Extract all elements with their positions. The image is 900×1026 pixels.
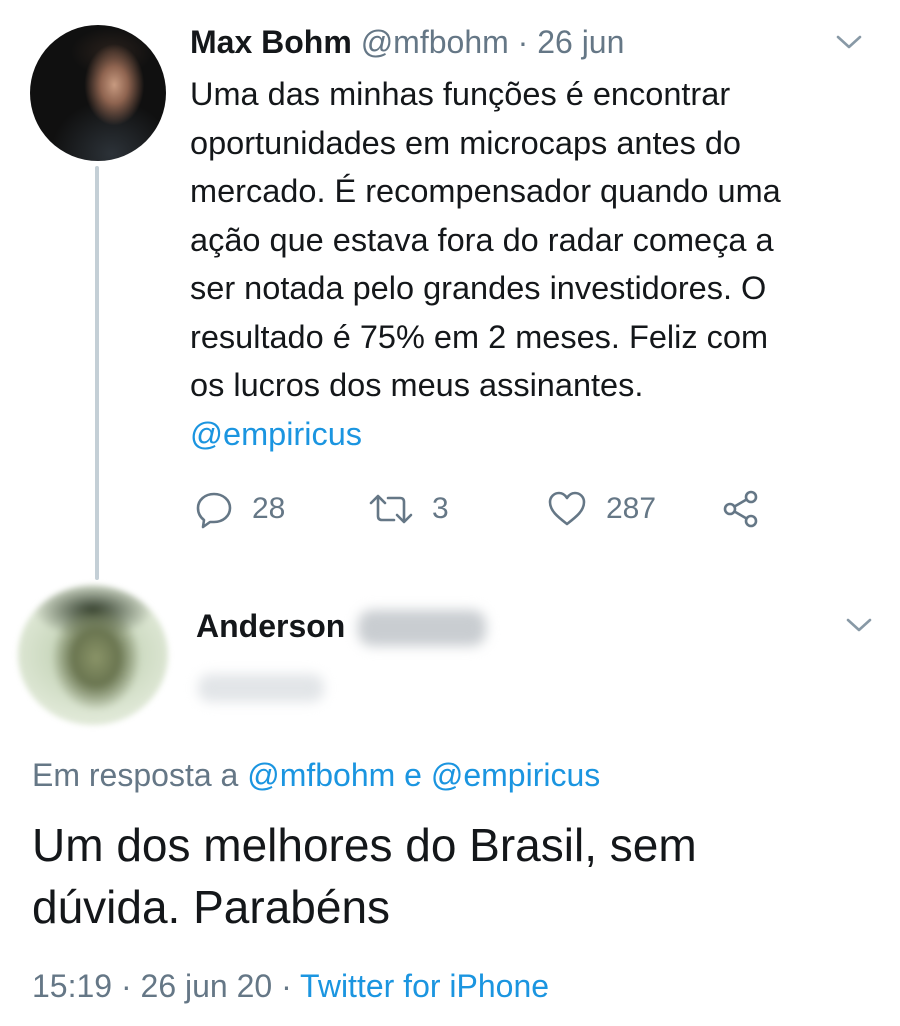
- thread-connector-line: [95, 166, 99, 580]
- tweet-text-line: ação que estava fora do radar começa a: [190, 221, 774, 258]
- tweet-text: Uma das minhas funções é encontrar oport…: [190, 70, 870, 458]
- tweet-text-line: Uma das minhas funções é encontrar: [190, 76, 731, 112]
- redacted-handle: [198, 674, 324, 702]
- meta-separator: ·: [517, 24, 529, 60]
- chevron-down-icon[interactable]: [846, 617, 872, 633]
- tweet-text: Um dos melhores do Brasil, sem dúvida. P…: [32, 814, 882, 938]
- tweet-timestamp-source: 15:19 · 26 jun 20 · Twitter for iPhone: [32, 964, 549, 1008]
- tweet-source-link[interactable]: Twitter for iPhone: [300, 968, 549, 1004]
- share-icon: [720, 488, 762, 530]
- share-button[interactable]: [720, 486, 762, 532]
- reply-button[interactable]: 28: [194, 486, 285, 532]
- tweet-date[interactable]: 26 jun 20: [141, 968, 273, 1004]
- chevron-down-icon[interactable]: [836, 34, 862, 50]
- tweet-text-line: Um dos melhores do Brasil, sem: [32, 819, 697, 871]
- avatar[interactable]: [30, 25, 166, 161]
- tweet-text-line: os lucros dos meus assinantes.: [190, 367, 644, 403]
- retweet-icon: [368, 489, 414, 529]
- author-name[interactable]: Max Bohm: [190, 24, 352, 60]
- tweet-date[interactable]: 26 jun: [537, 24, 624, 60]
- tweet-time[interactable]: 15:19: [32, 968, 112, 1004]
- tweet-text-line: ser notada pelo grandes investidores. O: [190, 270, 767, 306]
- meta-separator: ·: [281, 968, 292, 1004]
- tweet-text-line: dúvida. Parabéns: [32, 881, 391, 933]
- like-button[interactable]: 287: [546, 486, 656, 532]
- retweet-button[interactable]: 3: [368, 486, 449, 532]
- tweet-header: Max Bohm @mfbohm · 26 jun: [190, 22, 624, 62]
- reply-mention-link[interactable]: @mfbohm: [247, 757, 395, 793]
- reply-context: Em resposta a @mfbohm e @empiricus: [32, 754, 600, 796]
- author-handle[interactable]: @mfbohm: [361, 24, 509, 60]
- reply-conjunction: e: [404, 757, 422, 793]
- redacted-surname: [358, 610, 486, 646]
- tweet-thread: Max Bohm @mfbohm · 26 jun Uma das minhas…: [0, 0, 900, 1026]
- tweet-text-line: oportunidades em microcaps antes do: [190, 124, 742, 161]
- retweet-count: 3: [432, 492, 449, 525]
- tweet-actions: 28 3 287: [190, 486, 790, 532]
- author-name[interactable]: Anderson: [196, 604, 345, 648]
- reply-mention-link[interactable]: @empiricus: [431, 757, 600, 793]
- reply-count: 28: [252, 492, 286, 525]
- reply-prefix: Em resposta a: [32, 757, 239, 793]
- heart-icon: [546, 489, 588, 529]
- reply-icon: [194, 489, 234, 529]
- avatar[interactable]: [18, 585, 168, 725]
- tweet-text-line: resultado é 75% em 2 meses. Feliz com: [190, 318, 769, 355]
- like-count: 287: [606, 492, 657, 525]
- mention-link[interactable]: @empiricus: [190, 410, 870, 459]
- meta-separator: ·: [120, 968, 132, 1004]
- tweet-text-line: mercado. É recompensador quando uma: [190, 173, 781, 209]
